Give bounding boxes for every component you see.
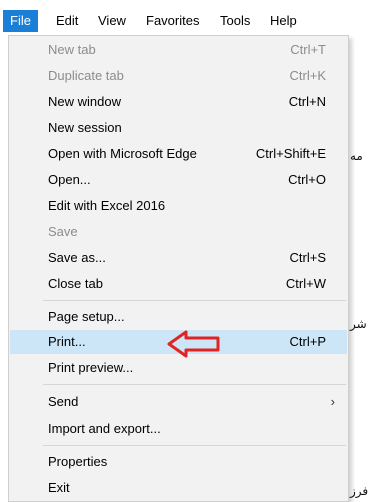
menu-item-open[interactable]: Open... Ctrl+O: [10, 168, 347, 192]
menu-item-shortcut: Ctrl+K: [289, 68, 326, 83]
menu-item-shortcut: Ctrl+W: [285, 276, 326, 291]
menu-edit[interactable]: Edit: [53, 10, 81, 32]
menu-view[interactable]: View: [95, 10, 129, 32]
background-text: شر: [350, 317, 367, 331]
menu-item-shortcut: Ctrl+T: [290, 42, 326, 57]
menu-item-label: Import and export...: [48, 421, 161, 436]
menu-item-shortcut: Ctrl+O: [288, 172, 326, 187]
red-arrow-left-icon: [167, 330, 220, 358]
menu-item-import-export[interactable]: Import and export...: [10, 417, 347, 441]
menu-item-label: Close tab: [48, 276, 103, 291]
menu-favorites[interactable]: Favorites: [143, 10, 202, 32]
menu-item-shortcut: Ctrl+N: [288, 94, 326, 109]
menu-item-save[interactable]: Save: [10, 220, 347, 244]
menu-item-label: Print preview...: [48, 360, 134, 375]
menu-item-new-session[interactable]: New session: [10, 116, 347, 140]
menu-item-label: Duplicate tab: [48, 68, 124, 83]
menu-item-open-with-edge[interactable]: Open with Microsoft Edge Ctrl+Shift+E: [10, 142, 347, 166]
menu-item-new-tab[interactable]: New tab Ctrl+T: [10, 38, 347, 62]
menu-item-shortcut: Ctrl+S: [289, 250, 326, 265]
menu-item-exit[interactable]: Exit: [10, 476, 347, 500]
menu-item-label: Properties: [48, 454, 108, 469]
menu-item-send[interactable]: Send ›: [10, 390, 347, 414]
menu-item-label: Open...: [48, 172, 91, 187]
menu-item-label: Save: [48, 224, 78, 239]
menu-bar: File Edit View Favorites Tools Help: [0, 0, 368, 38]
menu-tools[interactable]: Tools: [217, 10, 253, 32]
menu-item-label: Send: [48, 394, 79, 409]
chevron-right-icon: ›: [330, 394, 335, 409]
menu-item-label: Save as...: [48, 250, 106, 265]
menu-item-page-setup[interactable]: Page setup...: [10, 305, 347, 329]
menu-item-save-as[interactable]: Save as... Ctrl+S: [10, 246, 347, 270]
menu-item-label: Edit with Excel 2016: [48, 198, 166, 213]
menu-item-edit-with-excel[interactable]: Edit with Excel 2016: [10, 194, 347, 218]
menu-help[interactable]: Help: [267, 10, 300, 32]
background-text: مه: [350, 149, 363, 163]
menu-item-close-tab[interactable]: Close tab Ctrl+W: [10, 272, 347, 296]
menu-item-label: Exit: [48, 480, 70, 495]
menu-item-duplicate-tab[interactable]: Duplicate tab Ctrl+K: [10, 64, 347, 88]
menu-separator: [43, 300, 346, 301]
menu-item-print-preview[interactable]: Print preview...: [10, 356, 347, 380]
menu-item-properties[interactable]: Properties: [10, 450, 347, 474]
menu-item-label: Open with Microsoft Edge: [48, 146, 197, 161]
menu-item-label: New session: [48, 120, 122, 135]
menu-item-shortcut: Ctrl+P: [289, 334, 326, 349]
menu-item-label: New tab: [48, 42, 96, 57]
menu-item-label: New window: [48, 94, 121, 109]
background-text: فرز: [350, 484, 368, 498]
menu-item-new-window[interactable]: New window Ctrl+N: [10, 90, 347, 114]
menu-item-label: Print...: [48, 334, 86, 349]
menu-separator: [43, 384, 346, 385]
menu-file[interactable]: File: [3, 10, 38, 32]
file-menu-dropdown: New tab Ctrl+T Duplicate tab Ctrl+K New …: [8, 35, 349, 502]
menu-item-label: Page setup...: [48, 309, 125, 324]
menu-item-shortcut: Ctrl+Shift+E: [255, 146, 326, 161]
menu-separator: [43, 445, 346, 446]
